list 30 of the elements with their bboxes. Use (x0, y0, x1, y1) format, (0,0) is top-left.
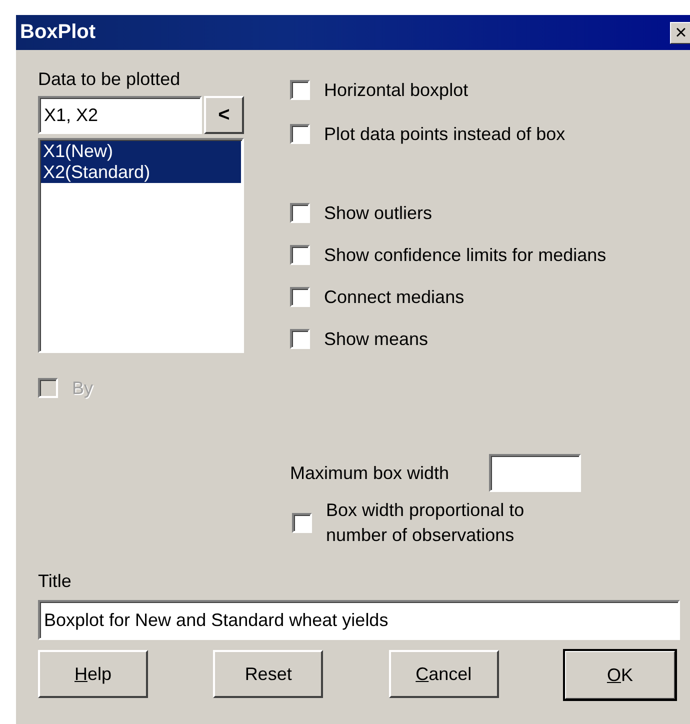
checkbox-label: Plot data points instead of box (324, 123, 566, 145)
data-field[interactable]: X1, X2 (38, 96, 202, 134)
list-item[interactable]: X1(New) (41, 141, 241, 162)
checkbox-label: Show confidence limits for medians (324, 244, 606, 266)
checkbox[interactable] (290, 203, 310, 223)
dialog-button[interactable]: Cancel (388, 650, 499, 698)
variable-list[interactable]: X1(New) X2(Standard) (38, 138, 244, 353)
checkbox-label: Horizontal boxplot (324, 79, 468, 101)
field-label: Title (38, 570, 72, 592)
box-width-field[interactable] (489, 454, 582, 492)
checkbox-label: Show means (324, 328, 428, 350)
close-button[interactable]: × (670, 22, 690, 44)
checkbox-label: Connect medians (324, 286, 464, 308)
checkbox[interactable] (290, 245, 310, 265)
field-label: Data to be plotted (38, 68, 182, 90)
checkbox-label: Show outliers (324, 202, 432, 224)
dialog-button[interactable]: OK (564, 650, 676, 700)
checkbox[interactable] (290, 124, 310, 144)
dialog-button[interactable]: Help (38, 650, 148, 698)
list-item[interactable]: X2(Standard) (41, 162, 241, 183)
window-title: BoxPlot (20, 21, 96, 44)
field-label: Maximum box width (290, 462, 450, 484)
checkbox[interactable] (290, 287, 310, 307)
add-button[interactable]: < (204, 96, 244, 134)
checkbox[interactable] (290, 80, 310, 100)
title-field[interactable]: Boxplot for New and Standard wheat yields (38, 600, 680, 640)
dialog-button[interactable]: Reset (213, 650, 324, 698)
checkbox-label: Box width proportional to number of observations (326, 499, 526, 547)
checkbox[interactable] (292, 513, 312, 533)
checkbox[interactable] (290, 329, 310, 349)
